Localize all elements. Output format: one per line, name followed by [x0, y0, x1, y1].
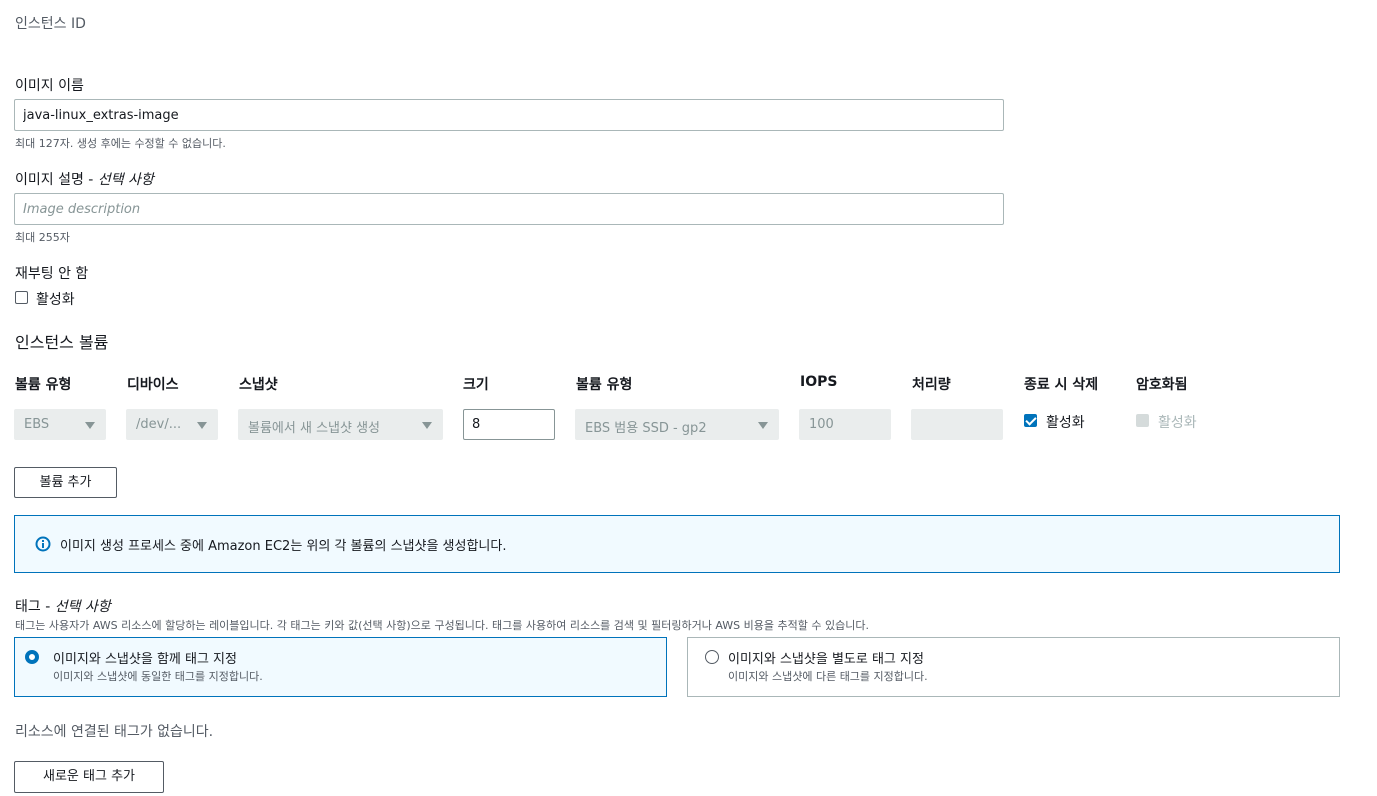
optional-label: 선택 사항 [54, 599, 111, 615]
caret-down-icon [85, 422, 95, 429]
col-size: 크기 [463, 377, 489, 393]
image-description-hint: 최대 255자 [15, 231, 70, 244]
info-alert: 이미지 생성 프로세스 중에 Amazon EC2는 위의 각 볼륨의 스냅샷을… [14, 515, 1340, 573]
delete-on-termination-label: 활성화 [1046, 415, 1085, 431]
tag-separate-title: 이미지와 스냅샷을 별도로 태그 지정 [728, 652, 924, 667]
col-snapshot: 스냅샷 [239, 377, 278, 393]
image-name-input[interactable] [14, 99, 1004, 131]
tag-option-separate[interactable]: 이미지와 스냅샷을 별도로 태그 지정 이미지와 스냅샷에 다른 태그를 지정합… [687, 637, 1340, 697]
optional-label: 선택 사항 [97, 172, 154, 188]
col-throughput: 처리량 [912, 377, 951, 393]
col-volume-type: 볼륨 유형 [15, 377, 72, 393]
tag-together-title: 이미지와 스냅샷을 함께 태그 지정 [53, 652, 237, 667]
encrypted-checkbox [1136, 414, 1149, 427]
instance-volumes-title: 인스턴스 볼륨 [15, 333, 109, 352]
col-encrypted: 암호화됨 [1136, 377, 1188, 393]
delete-on-termination-checkbox[interactable] [1024, 414, 1037, 427]
volume-type-select: EBS [14, 409, 106, 440]
no-reboot-label: 재부팅 안 함 [15, 266, 89, 282]
image-description-label: 이미지 설명 - 선택 사항 [15, 172, 154, 188]
no-reboot-checkbox-label: 활성화 [36, 292, 75, 308]
tag-option-together[interactable]: 이미지와 스냅샷을 함께 태그 지정 이미지와 스냅샷에 동일한 태그를 지정합… [14, 637, 667, 697]
no-tags-text: 리소스에 연결된 태그가 없습니다. [15, 724, 214, 740]
col-device: 디바이스 [127, 377, 179, 393]
caret-down-icon [197, 422, 207, 429]
caret-down-icon [422, 422, 432, 429]
col-delete-on-termination: 종료 시 삭제 [1024, 377, 1099, 393]
no-reboot-checkbox[interactable] [15, 291, 28, 304]
encrypted-label: 활성화 [1158, 415, 1197, 431]
add-new-tag-button[interactable]: 새로운 태그 추가 [14, 761, 164, 793]
image-name-label: 이미지 이름 [15, 78, 84, 94]
add-volume-button[interactable]: 볼륨 추가 [14, 467, 117, 498]
image-name-hint: 최대 127자. 생성 후에는 수정할 수 없습니다. [15, 137, 226, 150]
info-alert-text: 이미지 생성 프로세스 중에 Amazon EC2는 위의 각 볼륨의 스냅샷을… [60, 539, 507, 554]
tags-label: 태그 - 선택 사항 [15, 599, 111, 615]
info-icon [35, 536, 51, 556]
tag-separate-desc: 이미지와 스냅샷에 다른 태그를 지정합니다. [728, 670, 928, 683]
image-description-input[interactable] [14, 193, 1004, 225]
iops-input: 100 [799, 409, 891, 440]
tag-together-desc: 이미지와 스냅샷에 동일한 태그를 지정합니다. [53, 670, 263, 683]
ebs-volume-type-select: EBS 범용 SSD - gp2 [575, 409, 779, 440]
tag-together-radio[interactable] [25, 650, 39, 664]
col-iops: IOPS [800, 374, 838, 390]
tags-description: 태그는 사용자가 AWS 리소스에 할당하는 레이블입니다. 각 태그는 키와 … [15, 619, 869, 632]
tag-separate-radio[interactable] [705, 650, 719, 664]
col-ebs-volume-type: 볼륨 유형 [576, 377, 633, 393]
instance-id-label: 인스턴스 ID [15, 16, 86, 32]
device-select: /dev/... [126, 409, 218, 440]
size-input[interactable] [463, 409, 555, 440]
throughput-input [911, 409, 1003, 440]
caret-down-icon [758, 422, 768, 429]
snapshot-select: 볼륨에서 새 스냅샷 생성 [238, 409, 443, 440]
